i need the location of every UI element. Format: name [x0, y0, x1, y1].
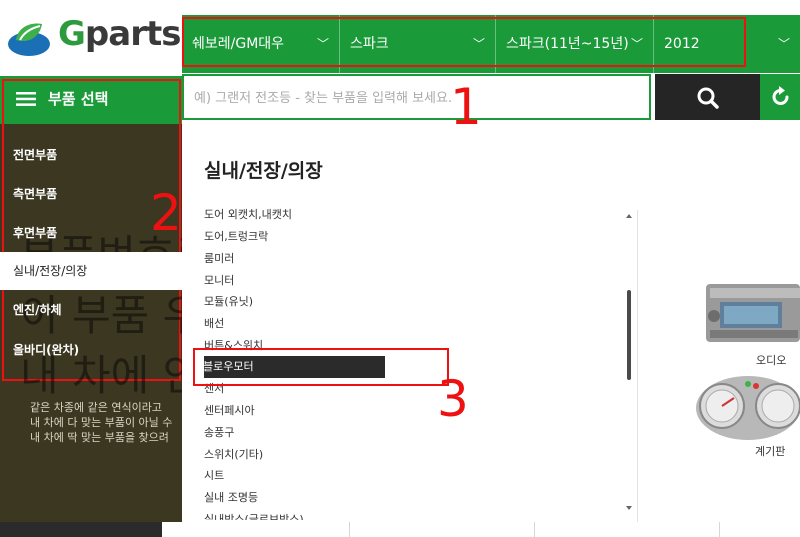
category-sidebar: 부품 선택 부품번호로 검 이 부품 우 내 차에 안 전면부품 측면부품 후면… [0, 76, 182, 537]
section-title: 실내/전장/의장 [204, 160, 323, 182]
list-item[interactable]: 룸미러 [204, 248, 384, 270]
list-item[interactable]: 실내 조명등 [204, 487, 384, 509]
annotation-number-3: 3 [437, 370, 469, 428]
reset-button[interactable] [760, 74, 800, 120]
parts-list-scrollbar[interactable] [623, 210, 635, 516]
list-item[interactable]: 모니터 [204, 270, 384, 292]
bottom-bar [0, 522, 800, 537]
sidebar-item-front[interactable]: 전면부품 [0, 136, 182, 174]
list-item[interactable]: 스위치(기타) [204, 444, 384, 466]
search-icon [697, 87, 719, 109]
brand-name: Gparts [58, 14, 181, 54]
sidebar-item-side[interactable]: 측면부품 [0, 175, 182, 213]
annotation-box-1 [182, 17, 746, 67]
search-input[interactable] [192, 76, 636, 120]
main-panel: 실내/전장/의장 도어 외캣치,내캣치 도어,트렁크락 룸미러 모니터 모듈(유… [182, 122, 800, 522]
scroll-up-icon [626, 214, 632, 218]
list-item[interactable]: 센터페시아 [204, 400, 384, 422]
annotation-number-1: 1 [450, 78, 482, 136]
annotation-box-3 [193, 348, 449, 386]
product-label: 계기판 [755, 445, 786, 458]
gparts-logo[interactable]: Gparts [0, 0, 182, 76]
refresh-icon [772, 86, 789, 105]
list-item[interactable]: 도어,트렁크락 [204, 226, 384, 248]
product-label: 오디오 [756, 354, 787, 367]
scrollbar-thumb [627, 290, 631, 380]
search-button[interactable] [655, 74, 760, 120]
list-item[interactable]: 실내박스(글로브박스) [204, 509, 384, 520]
chevron-down-icon: ﹀ [777, 37, 790, 51]
search-box [182, 74, 651, 120]
sidebar-item-rear[interactable]: 후면부품 [0, 214, 182, 252]
list-item[interactable]: 배선 [204, 313, 384, 335]
sidebar-description: 같은 차종에 같은 연식이라고 내 차에 다 맞는 부품이 아닐 수 내 차에 … [30, 401, 173, 444]
list-divider [637, 210, 638, 522]
scroll-down-icon [626, 506, 632, 510]
list-item[interactable]: 송풍구 [204, 422, 384, 444]
car-audio-image[interactable] [704, 280, 800, 346]
sidebar-item-whole-body[interactable]: 올바디(완차) [0, 331, 182, 369]
list-item[interactable]: 도어 외캣치,내캣치 [204, 208, 384, 226]
list-item[interactable]: 모듈(유닛) [204, 291, 384, 313]
instrument-cluster-image[interactable] [696, 372, 800, 442]
list-item[interactable]: 시트 [204, 465, 384, 487]
leaf-logo-icon [8, 23, 50, 56]
sidebar-item-engine[interactable]: 엔진/하체 [0, 291, 182, 329]
sidebar-item-interior[interactable]: 실내/전장/의장 [0, 252, 182, 290]
